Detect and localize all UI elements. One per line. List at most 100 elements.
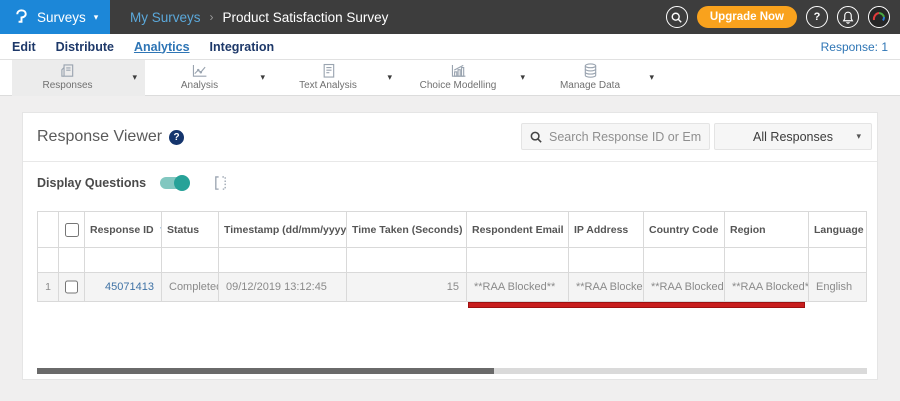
upgrade-now-button[interactable]: Upgrade Now (696, 6, 797, 28)
response-id-cell: 45071413 (85, 273, 162, 302)
filter-cell[interactable] (219, 248, 347, 273)
country-code-cell: **RAA Blocked** (644, 273, 725, 302)
toolbar-item-text-analysis[interactable]: Text Analysis ▾ (278, 60, 400, 96)
header-response-id[interactable]: Response ID▼ (85, 211, 162, 248)
toolbar-item-label: Analysis (180, 80, 219, 91)
chevron-down-icon[interactable]: ▾ (387, 72, 392, 83)
filter-cell[interactable] (809, 248, 867, 273)
header-ip-address[interactable]: IP Address (569, 211, 644, 248)
responses-icon (61, 64, 74, 77)
language-cell: English (809, 273, 867, 302)
select-all-checkbox[interactable] (64, 222, 79, 237)
survey-section-nav: Edit Distribute Analytics Integration Re… (0, 34, 900, 60)
time-taken-cell: 15 (347, 273, 467, 302)
product-switcher[interactable]: Surveys ▾ (0, 0, 110, 34)
chevron-down-icon: ▾ (856, 131, 861, 141)
filter-cell[interactable] (162, 248, 219, 273)
filter-cell[interactable] (725, 248, 809, 273)
avatar-logo-icon (872, 12, 885, 22)
response-count-label: Response: 1 (820, 39, 888, 54)
analysis-icon (192, 64, 207, 77)
horizontal-scrollbar[interactable] (37, 368, 867, 374)
chevron-down-icon[interactable]: ▾ (649, 72, 654, 83)
search-input[interactable] (549, 129, 701, 144)
row-checkbox[interactable] (65, 280, 78, 294)
header-row-number (37, 211, 59, 248)
toolbar-item-label: Manage Data (559, 80, 621, 91)
chevron-down-icon[interactable]: ▾ (132, 72, 137, 83)
breadcrumb: My Surveys › Product Satisfaction Survey (130, 10, 388, 25)
table-row: 1 45071413 Completed 09/12/2019 13:12:45… (37, 273, 867, 302)
chevron-down-icon[interactable]: ▾ (260, 72, 265, 83)
filter-selected-value: All Responses (753, 129, 833, 144)
nav-tab-integration[interactable]: Integration (210, 40, 275, 54)
toolbar-item-label: Text Analysis (299, 80, 357, 91)
header-status[interactable]: Status (162, 211, 219, 248)
table-filter-row (37, 248, 867, 273)
product-name: Surveys (37, 9, 86, 25)
header-time-taken[interactable]: Time Taken (Seconds)⇅ (347, 211, 467, 248)
account-avatar[interactable] (868, 6, 890, 28)
help-button[interactable]: ? (806, 6, 828, 28)
header-country-code[interactable]: Country Code (644, 211, 725, 248)
text-analysis-icon (323, 63, 334, 78)
column-freeze-icon[interactable] (213, 175, 228, 191)
response-viewer-card: Response Viewer ? All Responses ▾ Displa… (22, 112, 878, 380)
toolbar-item-label: Choice Modelling (419, 80, 497, 91)
filter-cell[interactable] (644, 248, 725, 273)
toolbar-item-choice-modelling[interactable]: Choice Modelling ▾ (405, 60, 533, 96)
divider (23, 161, 877, 162)
chevron-down-icon[interactable]: ▾ (520, 72, 525, 83)
toolbar-item-label: Responses (42, 80, 93, 91)
choice-modelling-icon (451, 64, 465, 77)
header-respondent-email[interactable]: Respondent Email (467, 211, 569, 248)
responses-table: Response ID▼ Status Timestamp (dd/mm/yyy… (37, 211, 867, 302)
header-region[interactable]: Region (725, 211, 809, 248)
display-questions-toggle[interactable] (160, 175, 191, 191)
toolbar-item-responses[interactable]: Responses ▾ (12, 60, 145, 96)
scrollbar-thumb[interactable] (37, 368, 494, 374)
filter-cell (37, 248, 59, 273)
nav-tab-analytics[interactable]: Analytics (134, 40, 190, 54)
response-search (521, 123, 710, 150)
filter-cell[interactable] (347, 248, 467, 273)
filter-cell[interactable] (85, 248, 162, 273)
breadcrumb-separator-icon: › (209, 10, 214, 24)
viewer-help-icon[interactable]: ? (169, 129, 185, 145)
response-id-link[interactable]: 45071413 (105, 281, 154, 293)
bell-icon (842, 11, 854, 24)
top-navbar: Surveys ▾ My Surveys › Product Satisfact… (0, 0, 900, 34)
search-icon (530, 131, 542, 143)
filter-cell (59, 248, 85, 273)
ip-address-cell: **RAA Blocked** (569, 273, 644, 302)
search-icon (671, 12, 683, 23)
header-language[interactable]: Language (809, 211, 867, 248)
status-cell: Completed (162, 273, 219, 302)
region-cell: **RAA Blocked** (725, 273, 809, 302)
display-questions-label: Display Questions (37, 176, 147, 190)
breadcrumb-my-surveys[interactable]: My Surveys (130, 10, 201, 25)
row-select-cell (59, 273, 85, 302)
notifications-button[interactable] (837, 6, 859, 28)
response-filter-dropdown[interactable]: All Responses ▾ (714, 123, 872, 150)
filter-cell[interactable] (467, 248, 569, 273)
nav-tab-distribute[interactable]: Distribute (56, 40, 114, 54)
nav-tab-edit[interactable]: Edit (12, 40, 36, 54)
toolbar-item-manage-data[interactable]: Manage Data ▾ (540, 60, 662, 96)
respondent-email-cell: **RAA Blocked** (467, 273, 569, 302)
row-number-cell: 1 (37, 273, 59, 302)
topbar-actions: Upgrade Now ? (665, 0, 890, 34)
header-select-all (59, 211, 85, 248)
manage-data-icon (584, 63, 596, 78)
analytics-toolbar: Responses ▾ Analysis ▾ Text Analysis ▾ C… (0, 60, 900, 96)
timestamp-cell: 09/12/2019 13:12:45 (219, 273, 347, 302)
questionpro-logo-icon (16, 8, 27, 23)
chevron-down-icon: ▾ (93, 11, 99, 22)
global-search-button[interactable] (665, 6, 688, 28)
toolbar-item-analysis[interactable]: Analysis ▾ (148, 60, 273, 96)
table-header-row: Response ID▼ Status Timestamp (dd/mm/yyy… (37, 211, 867, 248)
red-annotation-underline (468, 302, 805, 308)
page-title: Response Viewer (37, 128, 163, 145)
header-timestamp[interactable]: Timestamp (dd/mm/yyyy)⇅ (219, 211, 347, 248)
filter-cell[interactable] (569, 248, 644, 273)
